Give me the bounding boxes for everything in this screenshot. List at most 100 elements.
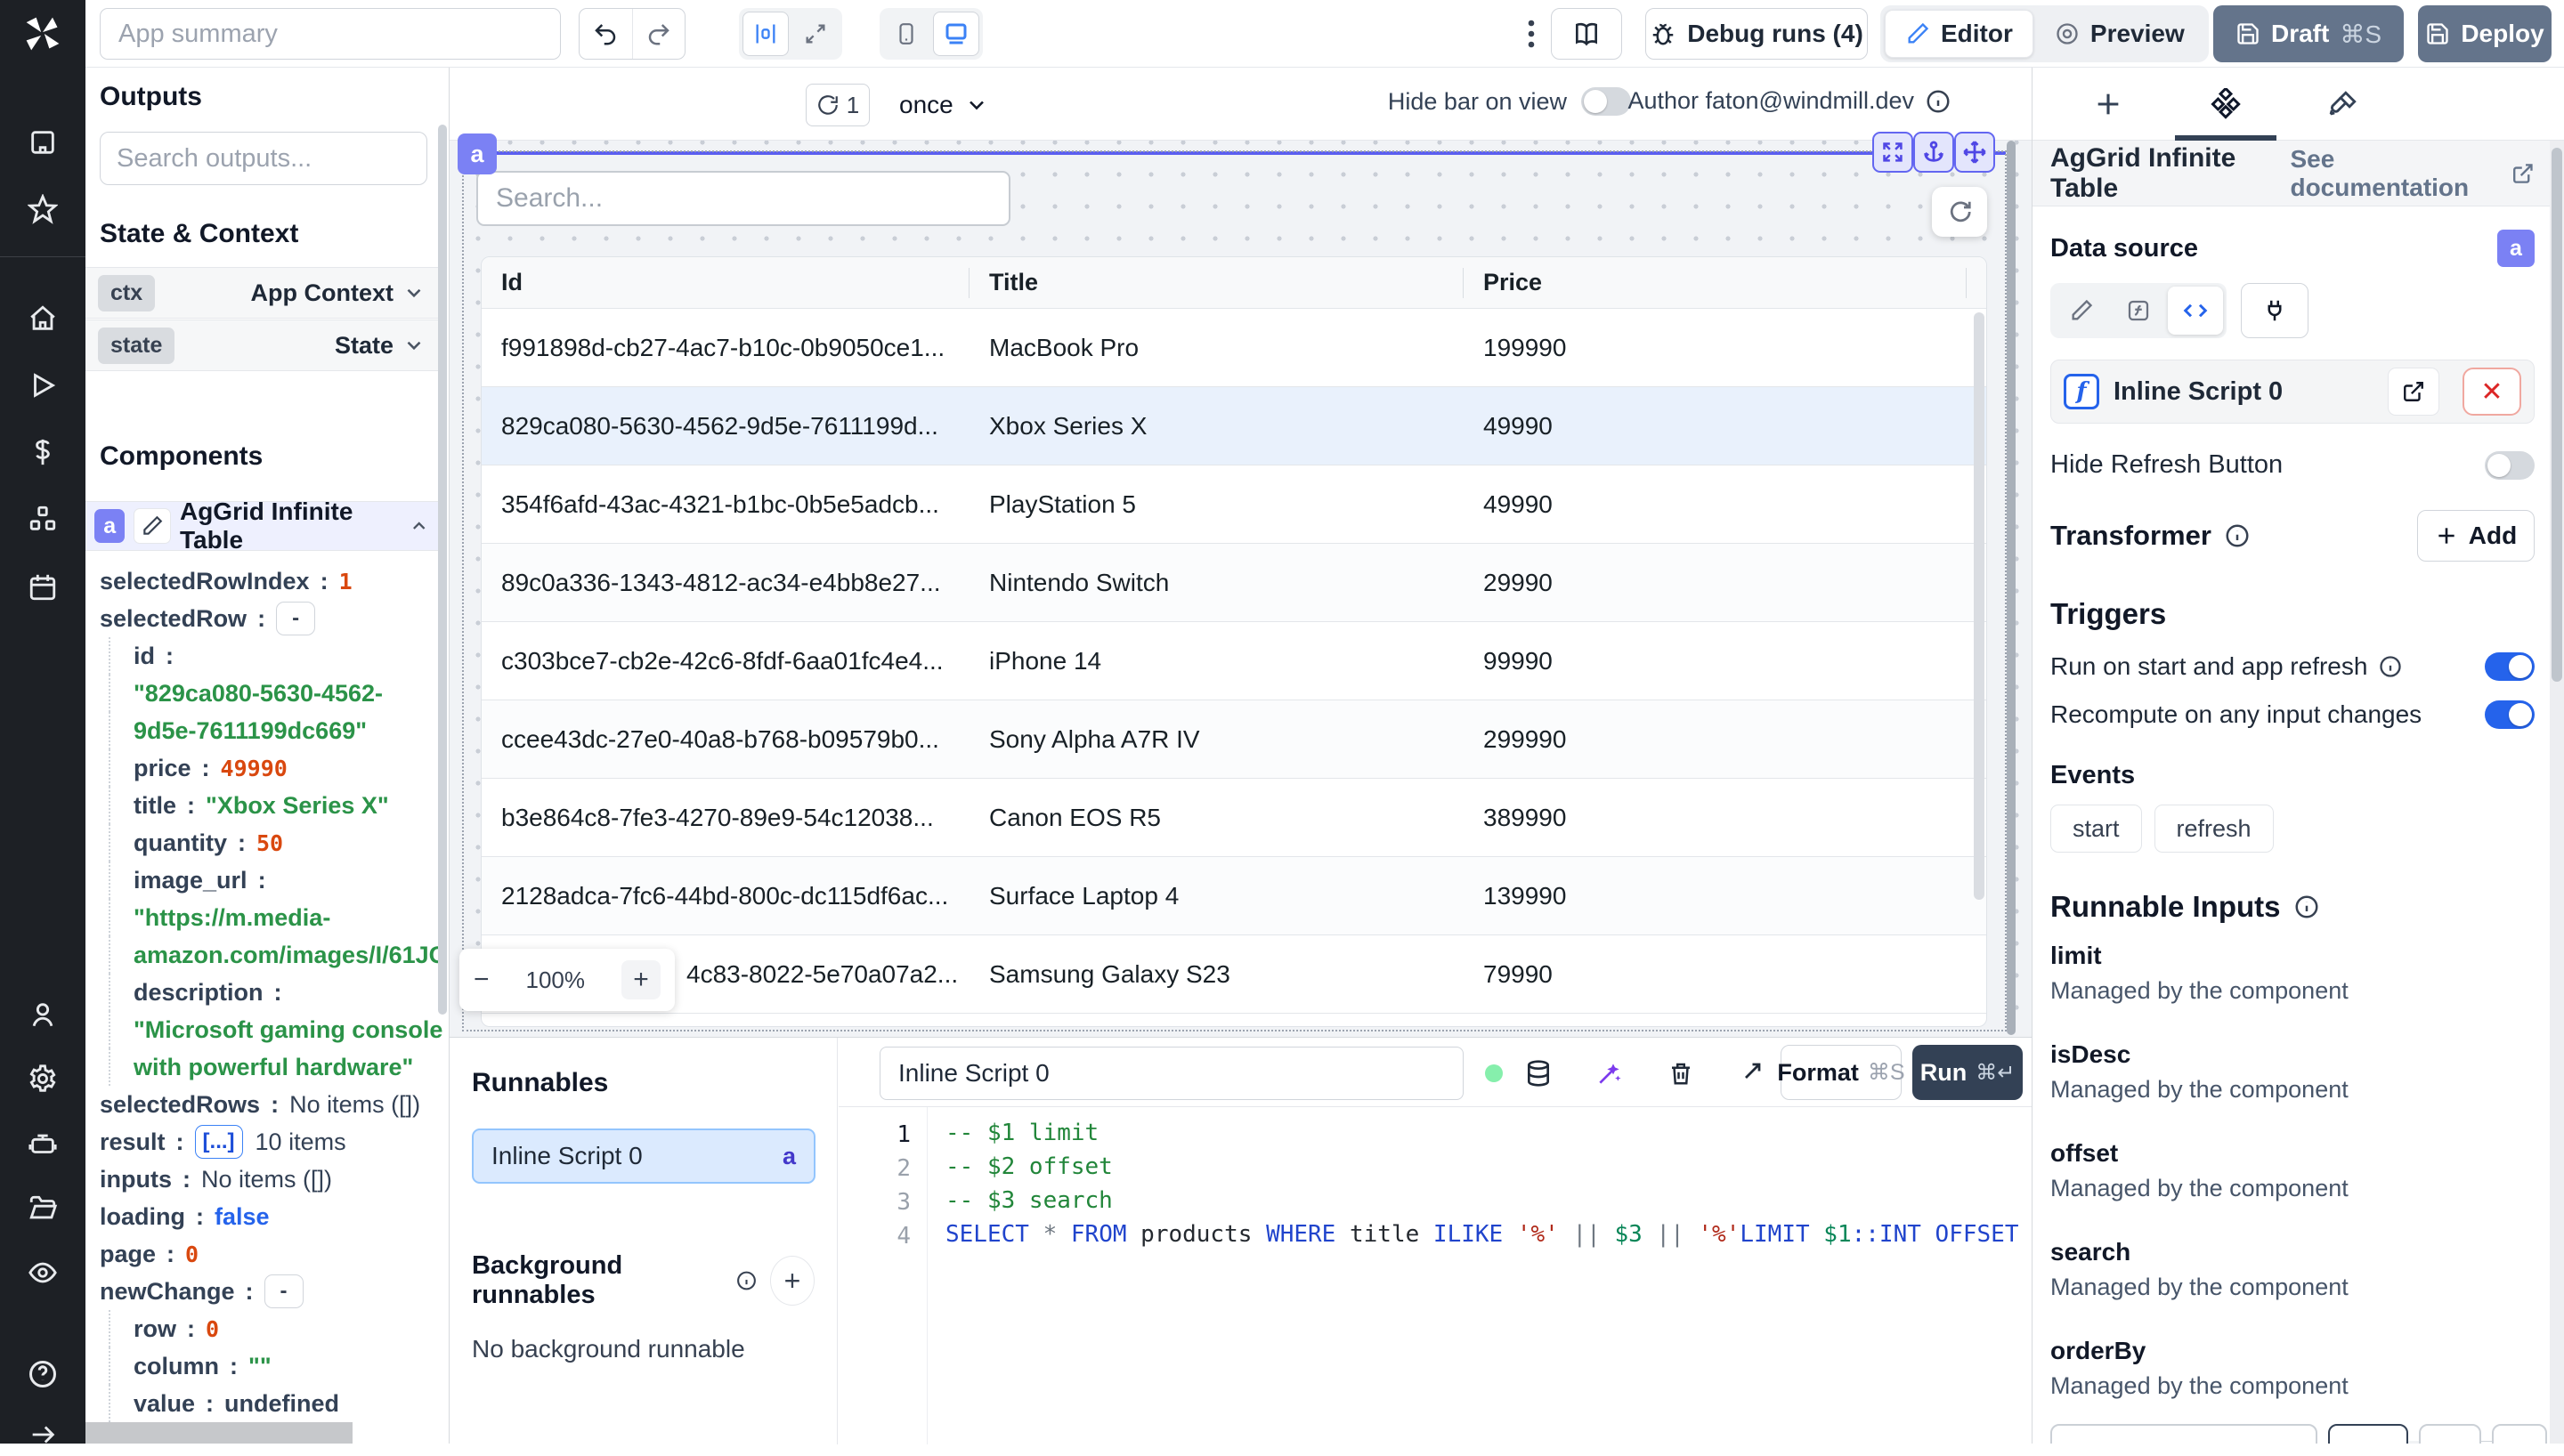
expand-layout-button[interactable] [792, 12, 839, 56]
folders-icon[interactable] [0, 1187, 85, 1230]
outputs-horizontal-scrollbar[interactable] [85, 1422, 353, 1444]
tab-styling[interactable] [2294, 82, 2392, 126]
recompute-toggle[interactable] [2485, 700, 2535, 729]
schedule-dropdown[interactable]: once [899, 84, 989, 126]
zoom-out-button[interactable]: − [474, 965, 490, 995]
fullscreen-editor-button[interactable] [1729, 1052, 1772, 1095]
tree-row[interactable]: page:0 [100, 1235, 434, 1273]
debug-runs-button[interactable]: Debug runs (4) [1645, 8, 1868, 60]
undo-button[interactable] [580, 9, 632, 59]
expand-result-chip[interactable]: [...] [194, 1125, 243, 1159]
collapse-chip[interactable]: - [276, 602, 316, 635]
tree-row[interactable]: quantity:50 [109, 824, 434, 861]
tree-row[interactable]: value: undefined [109, 1385, 434, 1422]
run-on-start-toggle[interactable] [2485, 652, 2535, 681]
collapse-chip[interactable]: - [264, 1274, 304, 1308]
info-icon[interactable] [1925, 88, 1951, 115]
center-align-button[interactable] [742, 12, 789, 56]
tree-row[interactable]: loading: false [100, 1198, 434, 1235]
ai-assistant-button[interactable] [1588, 1052, 1631, 1095]
audit-logs-icon[interactable] [0, 1251, 85, 1294]
table-row[interactable]: b3e864c8-7fe3-4270-89e9-54c12038... Canon… [482, 779, 1986, 857]
info-icon[interactable] [735, 1268, 758, 1293]
table-row-selected[interactable]: 829ca080-5630-4562-9d5e-7611199d... Xbox … [482, 387, 1986, 465]
table-row[interactable]: c303bce7-cb2e-42c6-8fdf-6aa01fc4e4... iPh… [482, 622, 1986, 700]
database-resource-input[interactable] [2050, 1424, 2317, 1444]
tab-preview[interactable]: Preview [2035, 10, 2204, 58]
refresh-count-box[interactable]: 1 [806, 84, 870, 126]
resource-action-button[interactable] [2419, 1424, 2481, 1444]
home-icon[interactable] [0, 297, 85, 340]
tree-row[interactable]: title: "Xbox Series X" [109, 787, 434, 824]
canvas-grid-area[interactable]: a Id Title Price [450, 132, 2032, 1037]
tree-row[interactable]: selectedRowIndex:1 [100, 562, 434, 600]
runnable-item-inline-script-0[interactable]: Inline Script 0 a [472, 1128, 815, 1184]
tree-row[interactable]: id: [109, 637, 434, 675]
tree-row[interactable]: image_url: [109, 861, 434, 899]
variables-icon[interactable] [0, 431, 85, 473]
tree-row[interactable]: row:0 [109, 1310, 434, 1347]
desktop-view-button[interactable] [933, 12, 979, 56]
draft-button[interactable]: Draft ⌘S [2213, 5, 2404, 62]
docs-button[interactable] [1551, 8, 1622, 60]
static-mode-button[interactable] [2054, 287, 2109, 335]
delete-script-button[interactable] [1659, 1052, 1702, 1095]
tree-row[interactable]: column: "" [109, 1347, 434, 1385]
info-icon[interactable] [2293, 894, 2320, 920]
outputs-scrollbar[interactable] [438, 125, 447, 1015]
anchor-component-button[interactable] [1913, 132, 1954, 173]
table-row[interactable]: f991898d-cb27-4ac7-b10c-0b9050ce1... MacB… [482, 309, 1986, 387]
tab-settings[interactable] [2177, 82, 2275, 126]
info-icon[interactable] [2378, 654, 2403, 679]
rename-component-button[interactable] [134, 508, 171, 544]
schedules-icon[interactable] [0, 566, 85, 609]
add-background-runnable-button[interactable]: + [769, 1256, 815, 1306]
component-tag-a[interactable]: a [458, 133, 497, 174]
favorites-icon[interactable] [0, 188, 85, 231]
table-row[interactable]: 89c0a336-1343-4812-ac34-e4bb8e27... Ninte… [482, 544, 1986, 622]
move-component-button[interactable] [1954, 132, 1995, 173]
tree-row[interactable]: result: [...] 10 items [100, 1123, 434, 1161]
workspace-icon[interactable] [0, 121, 85, 164]
settings-icon[interactable] [0, 1057, 85, 1100]
ctx-row[interactable]: ctx App Context [85, 267, 438, 319]
table-row[interactable]: 354f6afd-43ac-4321-b1bc-0b5e5adcb... Play… [482, 465, 1986, 544]
table-row[interactable]: ccee43dc-27e0-40a8-b768-b09579b0... Sony … [482, 700, 1986, 779]
aggrid-component[interactable]: a Id Title Price [458, 132, 2007, 1031]
users-icon[interactable] [0, 993, 85, 1036]
column-header-id[interactable]: Id [482, 267, 970, 298]
more-options-button[interactable] [1513, 12, 1549, 55]
data-source-script-box[interactable]: f Inline Script 0 ✕ [2050, 360, 2535, 424]
mobile-view-button[interactable] [883, 12, 929, 56]
resource-picker-button[interactable] [2328, 1424, 2408, 1444]
table-row[interactable]: 4c83-8022-5e70a07a2... Samsung Galaxy S23… [482, 935, 1986, 1014]
search-outputs-input[interactable] [100, 132, 427, 185]
event-chip-start[interactable]: start [2050, 805, 2142, 853]
table-scrollbar[interactable] [1974, 312, 1984, 900]
runs-icon[interactable] [0, 364, 85, 407]
zoom-in-button[interactable]: + [621, 960, 661, 999]
canvas-scrollbar[interactable] [2007, 141, 2016, 1035]
resource-action-button[interactable] [2492, 1424, 2547, 1444]
redo-button[interactable] [631, 9, 686, 59]
format-button[interactable]: Format ⌘S [1777, 1045, 1905, 1100]
template-mode-button[interactable] [2111, 287, 2166, 335]
help-icon[interactable] [0, 1353, 85, 1395]
add-transformer-button[interactable]: Add [2417, 510, 2535, 562]
connect-input-button[interactable] [2241, 283, 2308, 338]
component-row-aggrid[interactable]: a AgGrid Infinite Table [85, 497, 438, 554]
tab-insert[interactable] [2059, 82, 2157, 126]
grid-search-input[interactable] [476, 171, 1010, 226]
tab-editor[interactable]: Editor [1885, 10, 2033, 58]
deploy-button[interactable]: Deploy [2418, 5, 2552, 62]
database-button[interactable] [1517, 1052, 1560, 1095]
script-name-input[interactable] [880, 1047, 1464, 1100]
resources-icon[interactable] [0, 497, 85, 540]
component-refresh-button[interactable] [1932, 187, 1987, 237]
settings-scrollbar[interactable] [2552, 148, 2562, 682]
tree-row[interactable]: price:49990 [109, 749, 434, 787]
workers-icon[interactable] [0, 1123, 85, 1166]
open-script-button[interactable] [2388, 368, 2439, 416]
expand-component-button[interactable] [1872, 132, 1913, 173]
tree-row[interactable]: selectedRow: - [100, 600, 434, 637]
